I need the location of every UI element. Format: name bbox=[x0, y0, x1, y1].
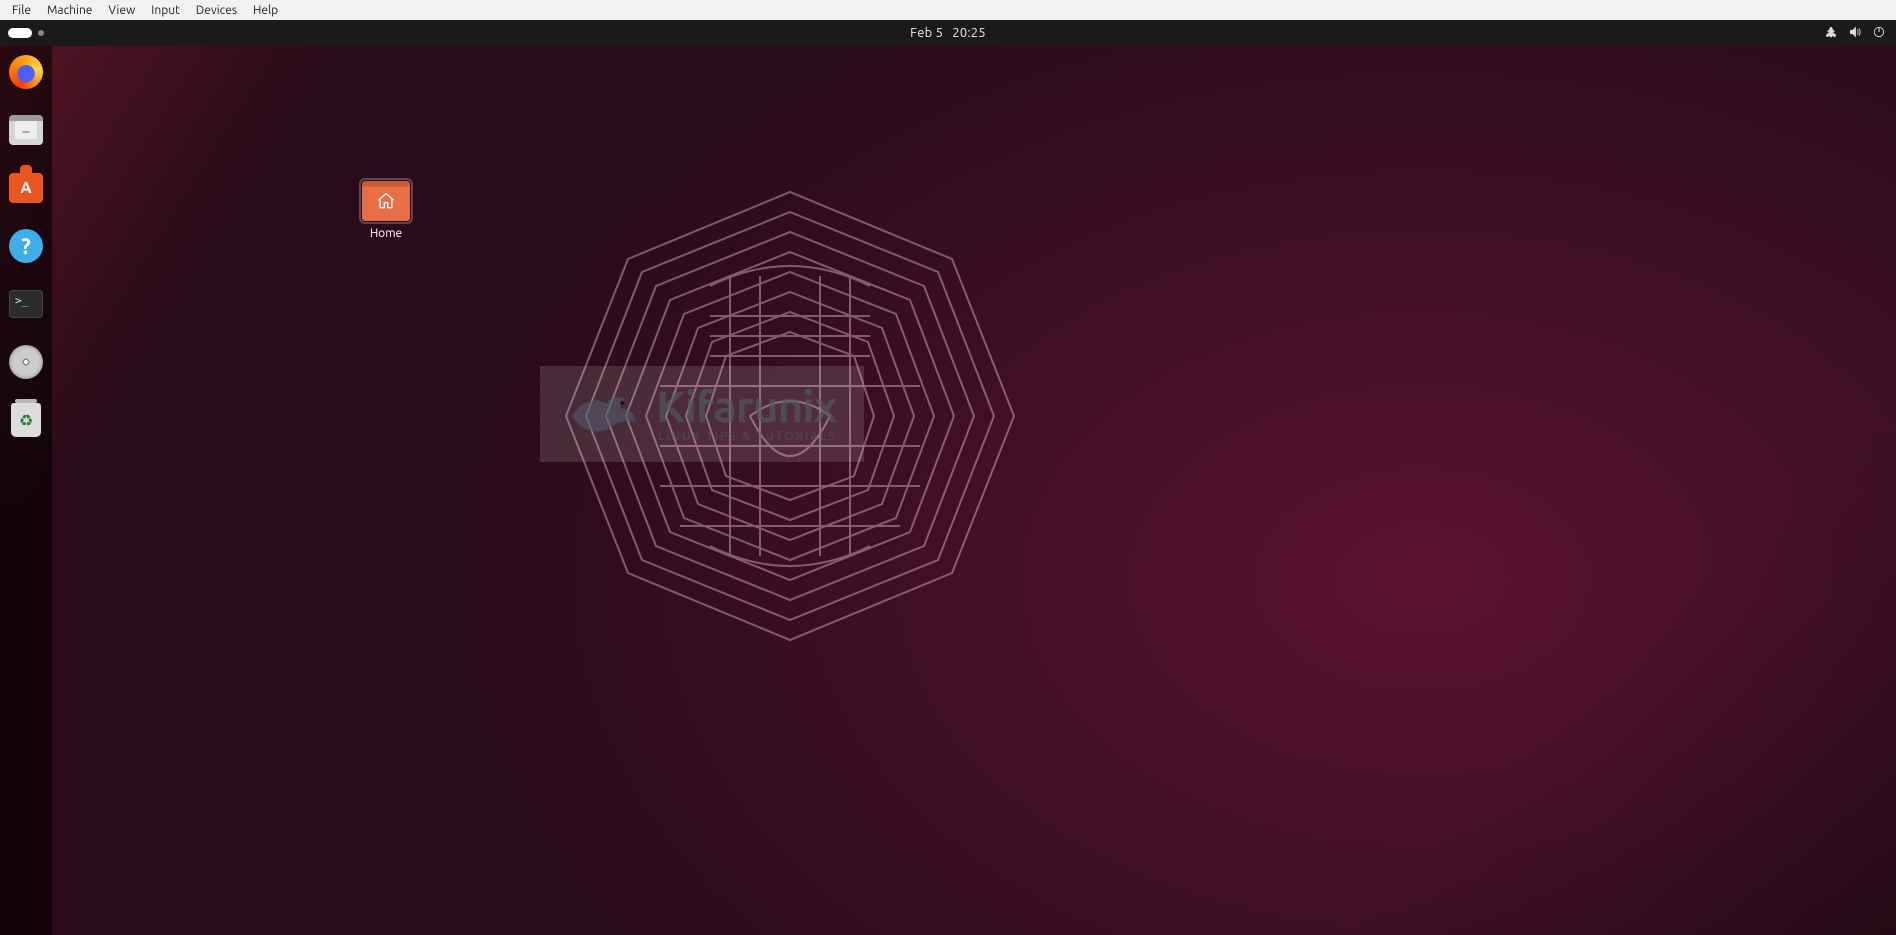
help-icon: ? bbox=[9, 229, 43, 263]
home-folder-icon bbox=[362, 181, 410, 221]
volume-icon[interactable] bbox=[1848, 25, 1862, 42]
gnome-topbar: Feb 5 20:25 bbox=[0, 20, 1896, 46]
dock-item-files[interactable] bbox=[8, 112, 44, 148]
vbox-menu-file[interactable]: File bbox=[4, 2, 39, 19]
desktop[interactable]: ? bbox=[0, 46, 1896, 935]
workspace-indicator[interactable] bbox=[38, 30, 44, 36]
wallpaper-maze-icon bbox=[560, 186, 1020, 646]
dock-item-software[interactable] bbox=[8, 170, 44, 206]
trash-icon bbox=[11, 403, 41, 437]
firefox-icon bbox=[9, 55, 43, 89]
watermark-tagline: LINUX TIPS & TUTORIALS bbox=[656, 431, 836, 443]
dock-item-firefox[interactable] bbox=[8, 54, 44, 90]
clock[interactable]: Feb 5 20:25 bbox=[910, 26, 986, 40]
activities-button[interactable] bbox=[8, 28, 32, 38]
watermark: Kifarunix LINUX TIPS & TUTORIALS bbox=[540, 366, 864, 462]
software-icon bbox=[9, 173, 43, 203]
power-icon[interactable] bbox=[1872, 25, 1886, 42]
disc-icon bbox=[9, 345, 43, 379]
vbox-menu-help[interactable]: Help bbox=[245, 2, 286, 19]
dock-item-help[interactable]: ? bbox=[8, 228, 44, 264]
system-status-area[interactable] bbox=[1824, 25, 1886, 42]
vbox-menu-input[interactable]: Input bbox=[143, 2, 188, 19]
virtualbox-menubar: File Machine View Input Devices Help bbox=[0, 0, 1896, 20]
network-icon[interactable] bbox=[1824, 25, 1838, 42]
vbox-menu-machine[interactable]: Machine bbox=[39, 2, 100, 19]
clock-time: 20:25 bbox=[952, 26, 986, 40]
dock-item-terminal[interactable] bbox=[8, 286, 44, 322]
vbox-menu-view[interactable]: View bbox=[100, 2, 143, 19]
dock: ? bbox=[0, 46, 52, 935]
desktop-icon-home[interactable]: Home bbox=[360, 181, 412, 240]
watermark-name: Kifarunix bbox=[656, 385, 836, 429]
watermark-logo-icon bbox=[568, 385, 638, 444]
dock-item-disc[interactable] bbox=[8, 344, 44, 380]
clock-date: Feb 5 bbox=[910, 26, 943, 40]
files-icon bbox=[9, 115, 43, 145]
dock-item-trash[interactable] bbox=[8, 402, 44, 438]
vbox-menu-devices[interactable]: Devices bbox=[188, 2, 245, 19]
terminal-icon bbox=[9, 290, 43, 318]
desktop-icon-label: Home bbox=[360, 227, 412, 240]
